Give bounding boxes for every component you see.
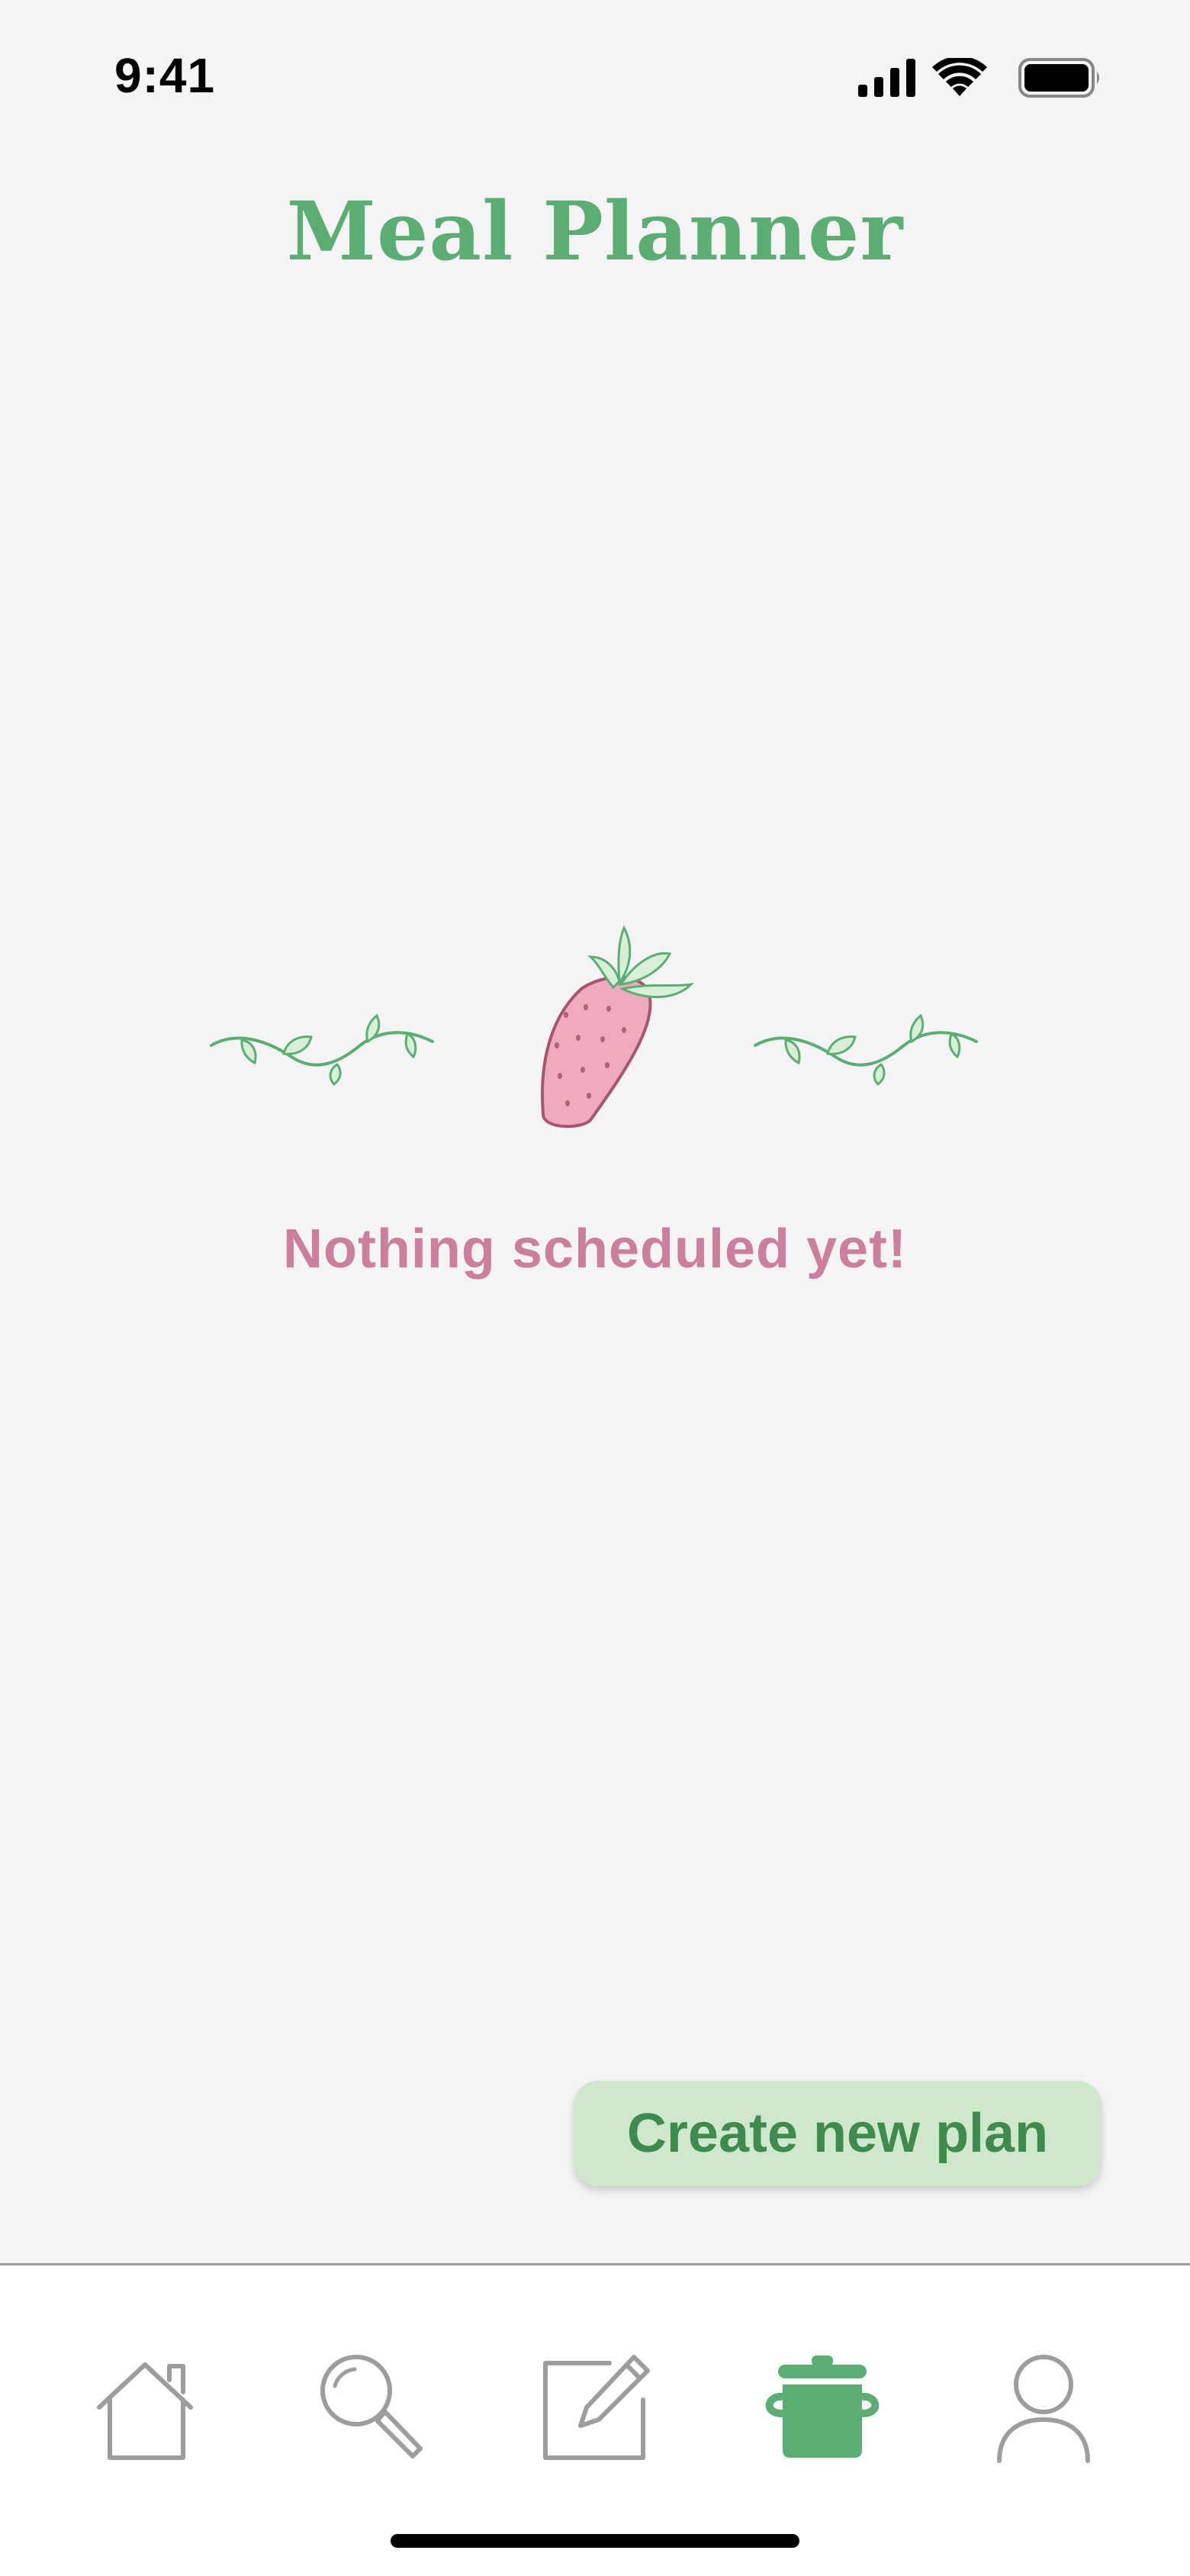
- create-new-plan-button[interactable]: Create new plan: [574, 2081, 1102, 2186]
- profile-icon: [997, 2355, 1090, 2463]
- tab-profile[interactable]: [983, 2346, 1105, 2468]
- tab-edit[interactable]: [536, 2346, 658, 2468]
- empty-state-message: Nothing scheduled yet!: [282, 1219, 908, 1280]
- tab-bar: [0, 2263, 1190, 2576]
- edit-icon: [543, 2355, 650, 2460]
- status-time: 9:41: [114, 48, 216, 103]
- empty-state-illustration: [0, 923, 1190, 1137]
- meal-planner-screen: 9:41 Meal Planner Nothing scheduled yet!…: [0, 0, 1190, 2576]
- home-icon: [97, 2362, 193, 2460]
- vine-icon: [754, 1013, 978, 1087]
- tab-search[interactable]: [309, 2346, 431, 2468]
- cellular-signal-icon: [858, 59, 915, 97]
- vine-icon: [210, 1013, 434, 1087]
- tab-home[interactable]: [84, 2346, 206, 2468]
- home-indicator[interactable]: [391, 2534, 799, 2548]
- tab-meal-planner[interactable]: [761, 2346, 883, 2468]
- wifi-icon: [932, 58, 987, 96]
- battery-icon: [1018, 58, 1099, 98]
- cooking-pot-icon: [765, 2355, 880, 2458]
- page-title: Meal Planner: [286, 183, 904, 279]
- status-bar: 9:41: [0, 0, 1190, 153]
- strawberry-icon: [540, 925, 695, 1129]
- search-icon: [320, 2355, 423, 2458]
